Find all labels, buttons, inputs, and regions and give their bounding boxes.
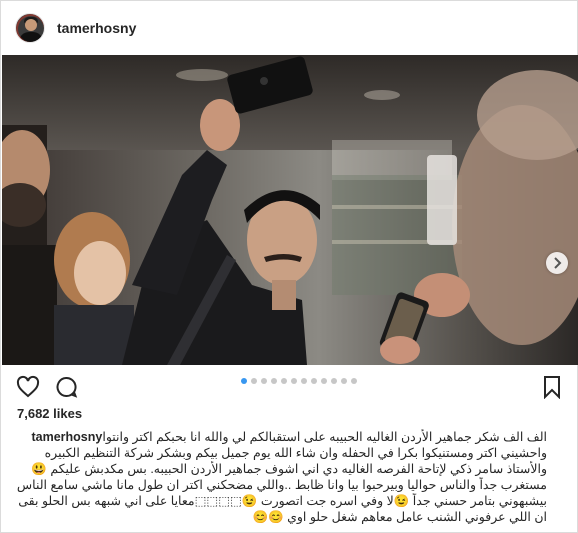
- carousel-dot: [321, 378, 327, 384]
- carousel-dot: [281, 378, 287, 384]
- post-caption: tamerhosny الف الف شكر جماهير الأردن الغ…: [15, 429, 547, 525]
- post-card: tamerhosny 7,682 likes tamerhosny الف ال…: [0, 0, 578, 533]
- caption-line: بيشبهوني بتامر حسني جداً 😉لا وفي اسره جت…: [18, 494, 547, 508]
- carousel-dot: [291, 378, 297, 384]
- avatar[interactable]: [15, 12, 45, 43]
- carousel-dot: [241, 378, 247, 384]
- comment-icon[interactable]: [54, 375, 78, 399]
- caption-line: والأستاذ سامر ذكي لإتاحة الفرصه الغاليه …: [31, 462, 547, 476]
- selfie-photo: [2, 55, 578, 365]
- carousel-dot: [261, 378, 267, 384]
- carousel-indicator: [241, 378, 357, 384]
- carousel-dot: [251, 378, 257, 384]
- carousel-dot: [331, 378, 337, 384]
- carousel-dot: [351, 378, 357, 384]
- carousel-dot: [311, 378, 317, 384]
- caption-line: مستغرب جداً والناس حواليا وبيرحبوا بيا و…: [16, 478, 547, 492]
- caption-text: الف الف شكر جماهير الأردن الغاليه الحبيب…: [102, 430, 547, 444]
- caption-line: ان اللي عرفوني الشنب عامل معاهم شغل حلو …: [252, 510, 547, 524]
- bookmark-icon[interactable]: [540, 375, 564, 399]
- caption-line: tamerhosny الف الف شكر جماهير الأردن الغ…: [15, 429, 547, 445]
- post-header: tamerhosny: [1, 1, 577, 54]
- carousel-dot: [271, 378, 277, 384]
- heart-icon[interactable]: [16, 375, 40, 399]
- post-photo[interactable]: [2, 55, 578, 365]
- carousel-dot: [341, 378, 347, 384]
- caption-username[interactable]: tamerhosny: [31, 429, 102, 445]
- carousel-next-button[interactable]: [546, 252, 568, 274]
- carousel-dot: [301, 378, 307, 384]
- action-bar: [1, 369, 577, 403]
- chevron-right-icon: [554, 257, 562, 269]
- caption-line: واحشيني اكتر ومستنيكوا بكرا في الحفله وا…: [44, 446, 547, 460]
- likes-count[interactable]: 7,682 likes: [17, 406, 82, 421]
- username-link[interactable]: tamerhosny: [57, 20, 136, 36]
